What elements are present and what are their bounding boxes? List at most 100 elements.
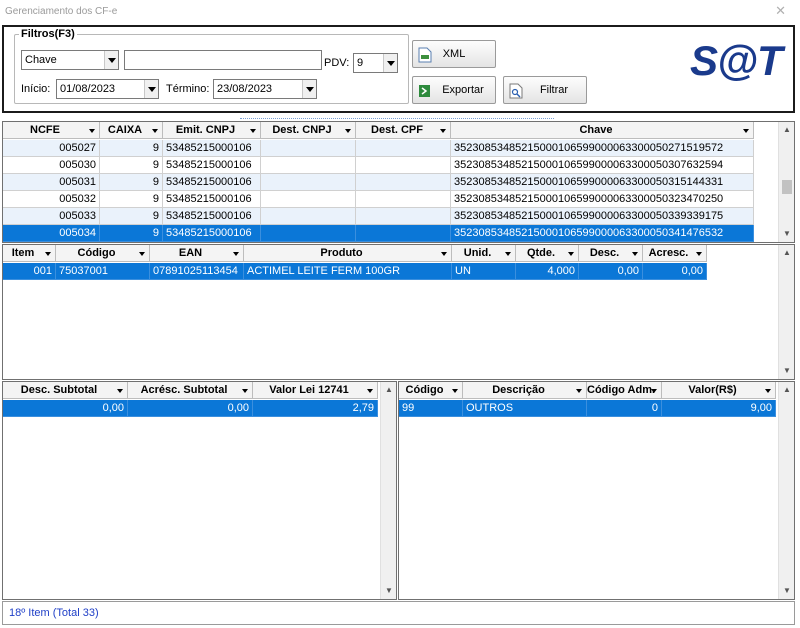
column-header-2[interactable]: Código Adm.: [587, 382, 662, 399]
table-cell: [261, 225, 356, 242]
table-cell: 9: [100, 174, 163, 191]
close-icon[interactable]: ✕: [775, 3, 786, 19]
scroll-up-icon[interactable]: ▲: [779, 382, 794, 398]
table-cell: [261, 208, 356, 225]
column-header-0[interactable]: NCFE: [3, 122, 100, 139]
status-bar: 18º Item (Total 33): [2, 601, 795, 625]
filter-panel: Filtros(F3) Chave PDV: 9 Início: 01/08/2…: [2, 25, 795, 113]
items-grid-header: Item Código EAN Produto Unid. Qtde. Desc. Acres…: [3, 245, 707, 262]
scroll-down-icon[interactable]: ▼: [779, 363, 794, 379]
column-header-0[interactable]: Código: [399, 382, 463, 399]
column-header-3[interactable]: Valor(R$): [662, 382, 776, 399]
column-header-1[interactable]: Código: [56, 245, 150, 262]
table-cell: [261, 140, 356, 157]
field-select[interactable]: Chave: [21, 50, 119, 70]
table-cell: [356, 157, 451, 174]
items-grid-scrollbar[interactable]: ▲ ▼: [778, 245, 794, 379]
table-cell: 3523085348521500010659900006330005032347…: [451, 191, 754, 208]
pdv-select[interactable]: 9: [353, 53, 398, 73]
totals-grid-scrollbar[interactable]: ▲ ▼: [380, 382, 396, 599]
end-date-picker[interactable]: 23/08/2023: [213, 79, 317, 99]
end-date-value: 23/08/2023: [217, 83, 273, 95]
column-header-4[interactable]: Dest. CPF: [356, 122, 451, 139]
export-button-label: Exportar: [442, 84, 484, 96]
table-cell: 53485215000106: [163, 174, 261, 191]
table-cell: 3523085348521500010659900006330005030763…: [451, 157, 754, 174]
chevron-down-icon[interactable]: [104, 51, 118, 69]
scroll-up-icon[interactable]: ▲: [381, 382, 396, 398]
column-header-2[interactable]: EAN: [150, 245, 244, 262]
table-cell: 9: [100, 208, 163, 225]
table-row[interactable]: 005027 9 53485215000106 3523085348521500010…: [3, 140, 754, 157]
status-text: 18º Item (Total 33): [9, 607, 99, 619]
scroll-up-icon[interactable]: ▲: [779, 122, 794, 138]
table-cell: [356, 140, 451, 157]
field-select-value: Chave: [25, 54, 57, 66]
payments-grid-scrollbar[interactable]: ▲ ▼: [778, 382, 794, 599]
table-cell: 005027: [3, 140, 100, 157]
filter-button[interactable]: Filtrar: [503, 76, 587, 104]
table-row[interactable]: 0,00 0,00 2,79: [3, 400, 378, 417]
scroll-down-icon[interactable]: ▼: [381, 583, 396, 599]
title-bar: Gerenciamento dos CF-e ✕: [0, 0, 800, 24]
table-cell: UN: [452, 263, 516, 280]
table-cell: 005034: [3, 225, 100, 242]
chevron-down-icon[interactable]: [383, 54, 397, 72]
table-cell: 001: [3, 263, 56, 280]
search-input[interactable]: [124, 50, 322, 70]
column-header-3[interactable]: Dest. CNPJ: [261, 122, 356, 139]
chevron-down-icon[interactable]: [144, 80, 158, 98]
scroll-thumb[interactable]: [782, 180, 792, 194]
column-header-6[interactable]: Desc.: [579, 245, 643, 262]
table-row[interactable]: 005034 9 53485215000106 3523085348521500010…: [3, 225, 754, 242]
totals-grid: Desc. Subtotal Acrésc. Subtotal Valor Lei …: [2, 381, 397, 600]
table-cell: 2,79: [253, 400, 378, 417]
chevron-down-icon[interactable]: [302, 80, 316, 98]
table-cell: 3523085348521500010659900006330005027151…: [451, 140, 754, 157]
table-cell: 005032: [3, 191, 100, 208]
column-header-2[interactable]: Valor Lei 12741: [253, 382, 378, 399]
scroll-up-icon[interactable]: ▲: [779, 245, 794, 261]
column-header-5[interactable]: Qtde.: [516, 245, 579, 262]
xml-button[interactable]: XML: [412, 40, 496, 68]
table-row[interactable]: 005031 9 53485215000106 3523085348521500010…: [3, 174, 754, 191]
table-cell: 75037001: [56, 263, 150, 280]
table-cell: [356, 174, 451, 191]
column-header-2[interactable]: Emit. CNPJ: [163, 122, 261, 139]
notes-grid-scrollbar[interactable]: ▲ ▼: [778, 122, 794, 242]
xml-file-icon: [418, 47, 432, 63]
magnifier-icon: [509, 83, 523, 99]
notes-grid: NCFE CAIXA Emit. CNPJ Dest. CNPJ Dest. CPF Ch…: [2, 121, 795, 243]
table-cell: 9: [100, 157, 163, 174]
column-header-1[interactable]: Descrição: [463, 382, 587, 399]
column-header-1[interactable]: Acrésc. Subtotal: [128, 382, 253, 399]
scroll-down-icon[interactable]: ▼: [779, 226, 794, 242]
payments-grid-header: Código Descrição Código Adm. Valor(R$): [399, 382, 776, 399]
table-cell: 53485215000106: [163, 140, 261, 157]
table-row[interactable]: 001 75037001 07891025113454 ACTIMEL LEITE F…: [3, 263, 707, 280]
column-header-3[interactable]: Produto: [244, 245, 452, 262]
column-header-0[interactable]: Item: [3, 245, 56, 262]
table-row[interactable]: 005030 9 53485215000106 3523085348521500010…: [3, 157, 754, 174]
filters-legend: Filtros(F3): [19, 28, 77, 40]
table-cell: [261, 157, 356, 174]
column-header-5[interactable]: Chave: [451, 122, 754, 139]
panel-splitter[interactable]: [240, 114, 554, 119]
table-cell: [261, 174, 356, 191]
table-cell: 005030: [3, 157, 100, 174]
scroll-down-icon[interactable]: ▼: [779, 583, 794, 599]
table-row[interactable]: 005032 9 53485215000106 3523085348521500010…: [3, 191, 754, 208]
column-header-4[interactable]: Unid.: [452, 245, 516, 262]
table-cell: [356, 225, 451, 242]
table-cell: 3523085348521500010659900006330005031514…: [451, 174, 754, 191]
start-date-picker[interactable]: 01/08/2023: [56, 79, 159, 99]
table-row[interactable]: 99 OUTROS 0 9,00: [399, 400, 776, 417]
column-header-1[interactable]: CAIXA: [100, 122, 163, 139]
export-button[interactable]: Exportar: [412, 76, 496, 104]
filter-button-label: Filtrar: [539, 84, 569, 96]
column-header-7[interactable]: Acresc.: [643, 245, 707, 262]
column-header-0[interactable]: Desc. Subtotal: [3, 382, 128, 399]
export-icon: [419, 85, 430, 97]
table-cell: 0,00: [643, 263, 707, 280]
table-row[interactable]: 005033 9 53485215000106 3523085348521500010…: [3, 208, 754, 225]
